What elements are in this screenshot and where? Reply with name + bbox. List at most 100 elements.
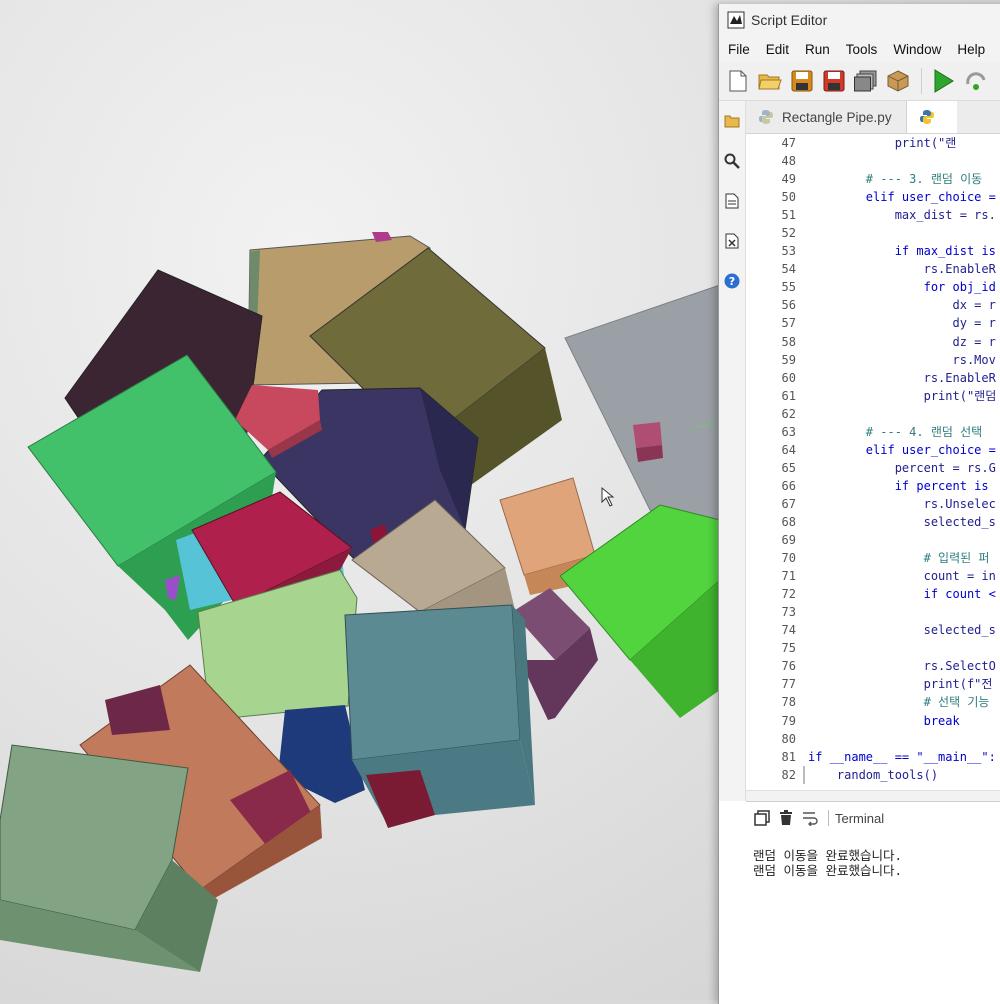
code-line[interactable]: 80	[746, 730, 1000, 748]
code-line[interactable]: 53 if max_dist is	[746, 242, 1000, 260]
word-wrap-icon[interactable]	[800, 808, 820, 828]
code-line[interactable]: 81 if __name__ == "__main__":	[746, 748, 1000, 766]
code-line[interactable]: 65 percent = rs.G	[746, 459, 1000, 477]
run-icon[interactable]	[930, 68, 956, 94]
code-line[interactable]: 79 break	[746, 712, 1000, 730]
menu-tools[interactable]: Tools	[838, 42, 886, 57]
line-number: 57	[781, 316, 796, 331]
line-number: 71	[781, 569, 796, 584]
document-icon[interactable]	[719, 181, 745, 221]
line-number: 56	[781, 298, 796, 313]
copy-icon[interactable]	[752, 808, 772, 828]
code-line[interactable]: 56 dx = r	[746, 296, 1000, 314]
line-number: 69	[781, 533, 796, 548]
code-line[interactable]: 69	[746, 531, 1000, 549]
save-all-icon[interactable]	[853, 68, 879, 94]
open-folder-icon[interactable]	[757, 68, 783, 94]
code-text: print("랜	[808, 136, 957, 150]
horizontal-scrollbar[interactable]	[746, 790, 1000, 801]
tab-rectangle-pipe[interactable]: Rectangle Pipe.py	[746, 101, 906, 133]
code-text: dy = r	[808, 316, 996, 331]
python-icon	[759, 110, 773, 124]
help-icon[interactable]: ?	[719, 261, 745, 301]
code-line[interactable]: 66 if percent is	[746, 477, 1000, 495]
tab-label: Rectangle Pipe.py	[782, 109, 892, 125]
code-line[interactable]: 61 print("랜덤	[746, 387, 1000, 405]
side-rail: ?	[719, 101, 746, 801]
code-line[interactable]: 64 elif user_choice =	[746, 441, 1000, 459]
code-line[interactable]: 60 rs.EnableR	[746, 369, 1000, 387]
terminal-output[interactable]: 랜덤 이동을 완료했습니다. 랜덤 이동을 완료했습니다.	[746, 834, 1000, 878]
step-icon[interactable]	[962, 68, 988, 94]
code-text: rs.EnableR	[808, 262, 996, 277]
line-number: 59	[781, 352, 796, 367]
line-number: 65	[781, 460, 796, 475]
tab-bar: Rectangle Pipe.py	[746, 101, 1000, 134]
code-text: # --- 3. 랜덤 이동	[808, 172, 983, 187]
code-text: for obj_id	[808, 280, 996, 295]
rhino-app-icon	[727, 11, 745, 29]
terminal-line: 랜덤 이동을 완료했습니다.	[753, 863, 903, 878]
code-text: break	[808, 713, 960, 728]
code-text: rs.EnableR	[808, 370, 996, 385]
save-icon[interactable]	[789, 68, 815, 94]
menu-edit[interactable]: Edit	[758, 42, 797, 57]
code-line[interactable]: 52	[746, 224, 1000, 242]
code-text: rs.Unselec	[808, 496, 996, 511]
code-line[interactable]: 51 max_dist = rs.	[746, 206, 1000, 224]
code-line[interactable]: 50 elif user_choice =	[746, 188, 1000, 206]
trash-icon[interactable]	[776, 808, 796, 828]
menu-window[interactable]: Window	[885, 42, 949, 57]
code-line[interactable]: 75	[746, 639, 1000, 657]
code-line[interactable]: 73	[746, 603, 1000, 621]
code-line[interactable]: 49 # --- 3. 랜덤 이동	[746, 170, 1000, 188]
code-editor[interactable]: 47 print("랜 48 49 # --- 3. 랜덤 이동 50 elif us…	[746, 134, 1000, 794]
code-line[interactable]: 78 # 선택 기능	[746, 693, 1000, 711]
code-line[interactable]: 77 print(f"전	[746, 675, 1000, 693]
menu-run[interactable]: Run	[797, 42, 838, 57]
code-line[interactable]: 70 # 입력된 퍼	[746, 549, 1000, 567]
code-line[interactable]: 76 rs.SelectO	[746, 657, 1000, 675]
explorer-icon[interactable]	[719, 101, 745, 141]
line-number: 67	[781, 496, 796, 511]
code-line[interactable]: 72 if count <	[746, 585, 1000, 603]
code-text: if percent is	[808, 478, 989, 493]
svg-text:?: ?	[729, 275, 735, 288]
code-line[interactable]: 48	[746, 152, 1000, 170]
line-number: 62	[781, 406, 796, 421]
python-icon	[919, 110, 934, 124]
tab-active[interactable]	[905, 101, 957, 133]
code-line[interactable]: 74 selected_s	[746, 621, 1000, 639]
package-icon[interactable]	[885, 68, 911, 94]
toolbar-separator	[921, 68, 922, 94]
new-file-icon[interactable]	[725, 68, 751, 94]
code-line[interactable]: 71 count = in	[746, 567, 1000, 585]
code-line[interactable]: 58 dz = r	[746, 333, 1000, 351]
code-line[interactable]: 67 rs.Unselec	[746, 495, 1000, 513]
title-bar[interactable]: Script Editor	[719, 4, 1000, 36]
line-number: 79	[781, 713, 796, 728]
code-line[interactable]: 63 # --- 4. 랜덤 선택	[746, 423, 1000, 441]
line-number: 49	[781, 172, 796, 187]
code-text: if count <	[808, 587, 996, 602]
line-number: 70	[781, 551, 796, 566]
code-line[interactable]: 47 print("랜	[746, 134, 1000, 152]
code-line[interactable]: 68 selected_s	[746, 513, 1000, 531]
code-line[interactable]: 62	[746, 405, 1000, 423]
search-icon[interactable]	[719, 141, 745, 181]
code-text: # 선택 기능	[808, 695, 990, 710]
code-text: dx = r	[808, 298, 996, 313]
menu-help[interactable]: Help	[949, 42, 993, 57]
line-number: 47	[781, 136, 796, 150]
menu-file[interactable]: File	[719, 42, 758, 57]
code-line[interactable]: 54 rs.EnableR	[746, 260, 1000, 278]
line-number: 82	[781, 767, 796, 782]
excel-icon[interactable]	[719, 221, 745, 261]
code-line[interactable]: 82 random_tools()	[746, 766, 1000, 784]
code-line[interactable]: 57 dy = r	[746, 314, 1000, 332]
code-line[interactable]: 59 rs.Mov	[746, 351, 1000, 369]
code-text: count = in	[808, 569, 996, 584]
code-line[interactable]: 55 for obj_id	[746, 278, 1000, 296]
save-as-icon[interactable]	[821, 68, 847, 94]
code-text: random_tools()	[808, 767, 939, 782]
